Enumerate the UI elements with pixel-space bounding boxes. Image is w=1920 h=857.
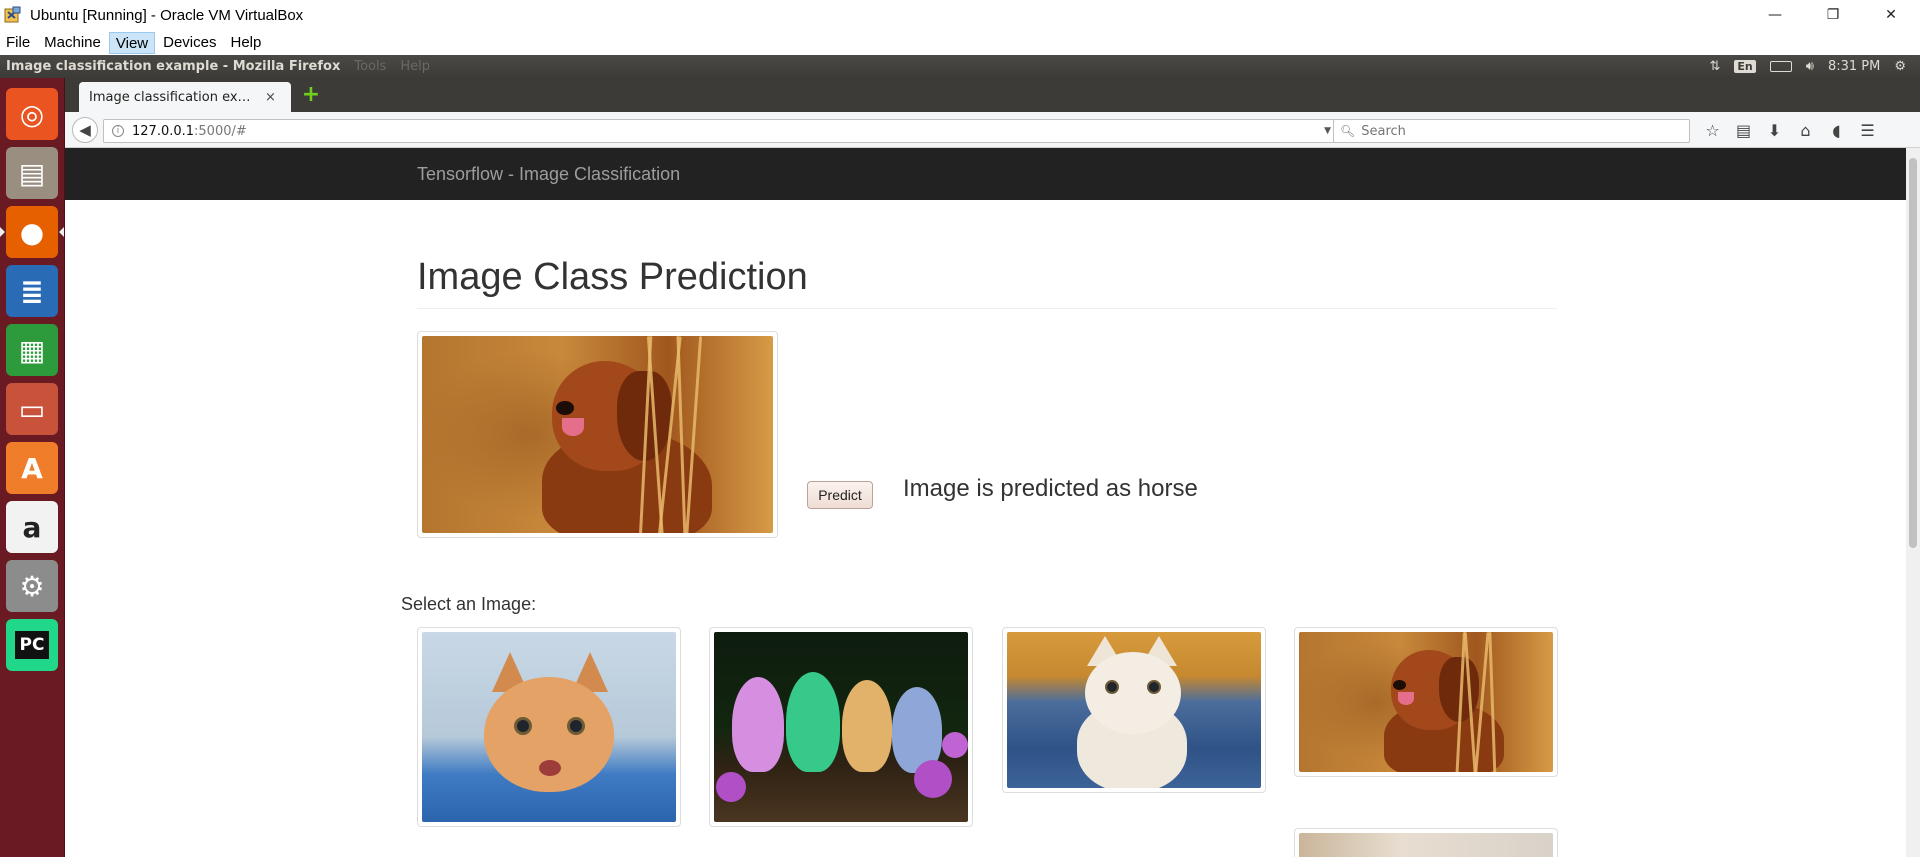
selected-image [417,331,778,538]
network-icon[interactable]: ⇅ [1709,59,1720,74]
libreoffice-calc-icon[interactable]: ▦ [6,324,58,376]
ubuntu-top-panel: Image classification example - Mozilla F… [0,55,1920,78]
panel-menu-help[interactable]: Help [400,59,430,74]
firefox-navbar: ◀ i 127.0.0.1:5000/# ▼ ↻ 🔍︎ ☆ ▤ ⬇ ⌂ ◖ ☰ [65,112,1920,148]
site-navbar: Tensorflow - Image Classification [65,148,1906,200]
software-center-icon[interactable]: A [6,442,58,494]
firefox-focused-indicator [59,227,64,237]
search-bar[interactable]: 🔍︎ [1333,119,1690,143]
libreoffice-impress-icon-glyph: ▭ [18,392,46,426]
site-brand[interactable]: Tensorflow - Image Classification [417,164,680,185]
new-tab-button[interactable]: + [301,84,321,106]
menu-view[interactable]: View [108,31,156,54]
orange-kitten-image [422,632,676,822]
files-icon[interactable]: ▤ [6,147,58,199]
host-window-title: Ubuntu [Running] - Oracle VM VirtualBox [30,6,304,24]
search-input[interactable] [1361,123,1682,139]
gallery-image-golden-retriever[interactable] [1294,627,1558,777]
firefox-icon[interactable]: ● [6,206,58,258]
white-kitten-image [1007,632,1261,788]
back-button[interactable]: ◀ [72,117,98,143]
home-icon[interactable]: ⌂ [1790,121,1821,140]
gallery-image-white-kitten[interactable] [1002,627,1266,793]
scrollbar-thumb[interactable] [1909,158,1917,548]
url-host: 127.0.0.1 [132,123,195,139]
url-bar[interactable]: i 127.0.0.1:5000/# ▼ ↻ [103,119,1358,143]
url-history-dropdown-icon[interactable]: ▼ [1324,126,1331,136]
gallery-image-orange-kitten[interactable] [417,627,681,827]
golden-retriever-image [422,336,773,533]
firefox-icon-glyph: ● [19,215,45,249]
menu-machine[interactable]: Machine [38,32,107,54]
tab-close-icon[interactable]: × [265,90,276,105]
libreoffice-writer-icon[interactable]: ≣ [6,265,58,317]
gallery-image-colorful-kittens[interactable] [709,627,973,827]
firefox-tab-strip: Image classification ex… × + [65,78,1920,112]
web-page: Tensorflow - Image Classification Image … [65,148,1906,857]
pocket-icon[interactable]: ◖ [1821,121,1852,140]
bookmark-star-icon[interactable]: ☆ [1697,121,1728,140]
close-button[interactable]: ✕ [1862,0,1920,30]
ubuntu-launcher: ◎ ▤ ● ≣ ▦ ▭ Aa ⚙ PC [0,78,65,857]
colorful-kittens-image [714,632,968,822]
select-image-label: Select an Image: [401,594,537,614]
tab-image-classification[interactable]: Image classification ex… × [79,82,291,112]
system-settings-icon-glyph: ⚙ [19,569,45,603]
libreoffice-impress-icon[interactable]: ▭ [6,383,58,435]
clock[interactable]: 8:31 PM [1828,59,1880,74]
amazon-icon-glyph: a [22,510,42,544]
battery-icon[interactable] [1769,61,1792,72]
golden-retriever-thumb-image [1299,632,1553,772]
predict-button[interactable]: Predict [807,481,873,509]
pycharm-icon[interactable]: PC [6,619,58,671]
site-info-icon[interactable]: i [112,125,124,137]
pycharm-icon-glyph: PC [14,631,50,659]
ubuntu-dash-icon-glyph: ◎ [19,97,45,131]
tab-title: Image classification ex… [89,89,251,105]
downloads-icon[interactable]: ⬇ [1759,121,1790,140]
restore-button[interactable]: ❐ [1804,0,1862,30]
title-divider [417,308,1557,309]
system-settings-icon[interactable]: ⚙ [6,560,58,612]
firefox-running-indicator [0,227,5,237]
menu-file[interactable]: File [0,32,36,54]
reading-list-icon[interactable]: ▤ [1728,121,1759,140]
volume-icon[interactable]: 🔊︎ [1806,59,1814,74]
host-window-titlebar: Ubuntu [Running] - Oracle VM VirtualBox … [0,0,1920,30]
menu-devices[interactable]: Devices [157,32,222,54]
partial-thumb-image [1299,833,1553,857]
url-path: :5000/# [194,123,247,139]
system-gear-icon[interactable]: ⚙ [1894,59,1906,74]
libreoffice-calc-icon-glyph: ▦ [18,333,46,367]
prediction-result: Image is predicted as horse [903,475,1198,502]
back-arrow-icon: ◀ [79,121,91,139]
libreoffice-writer-icon-glyph: ≣ [20,274,44,308]
panel-app-title: Image classification example - Mozilla F… [6,59,341,74]
panel-menu-tools[interactable]: Tools [354,59,386,74]
page-title: Image Class Prediction [417,256,808,298]
gallery-image-partial[interactable] [1294,828,1558,857]
amazon-icon[interactable]: a [6,501,58,553]
virtualbox-icon [4,6,22,24]
search-icon: 🔍︎ [1340,124,1356,138]
page-scrollbar[interactable] [1906,148,1920,857]
menu-help[interactable]: Help [224,32,267,54]
minimize-button[interactable]: — [1746,0,1804,30]
keyboard-layout-indicator[interactable]: En [1734,60,1756,73]
software-center-icon-glyph: A [21,451,43,485]
ubuntu-dash-icon[interactable]: ◎ [6,88,58,140]
files-icon-glyph: ▤ [18,156,46,190]
host-menubar: File Machine View Devices Help [0,30,1920,55]
hamburger-menu-icon[interactable]: ☰ [1852,121,1883,140]
